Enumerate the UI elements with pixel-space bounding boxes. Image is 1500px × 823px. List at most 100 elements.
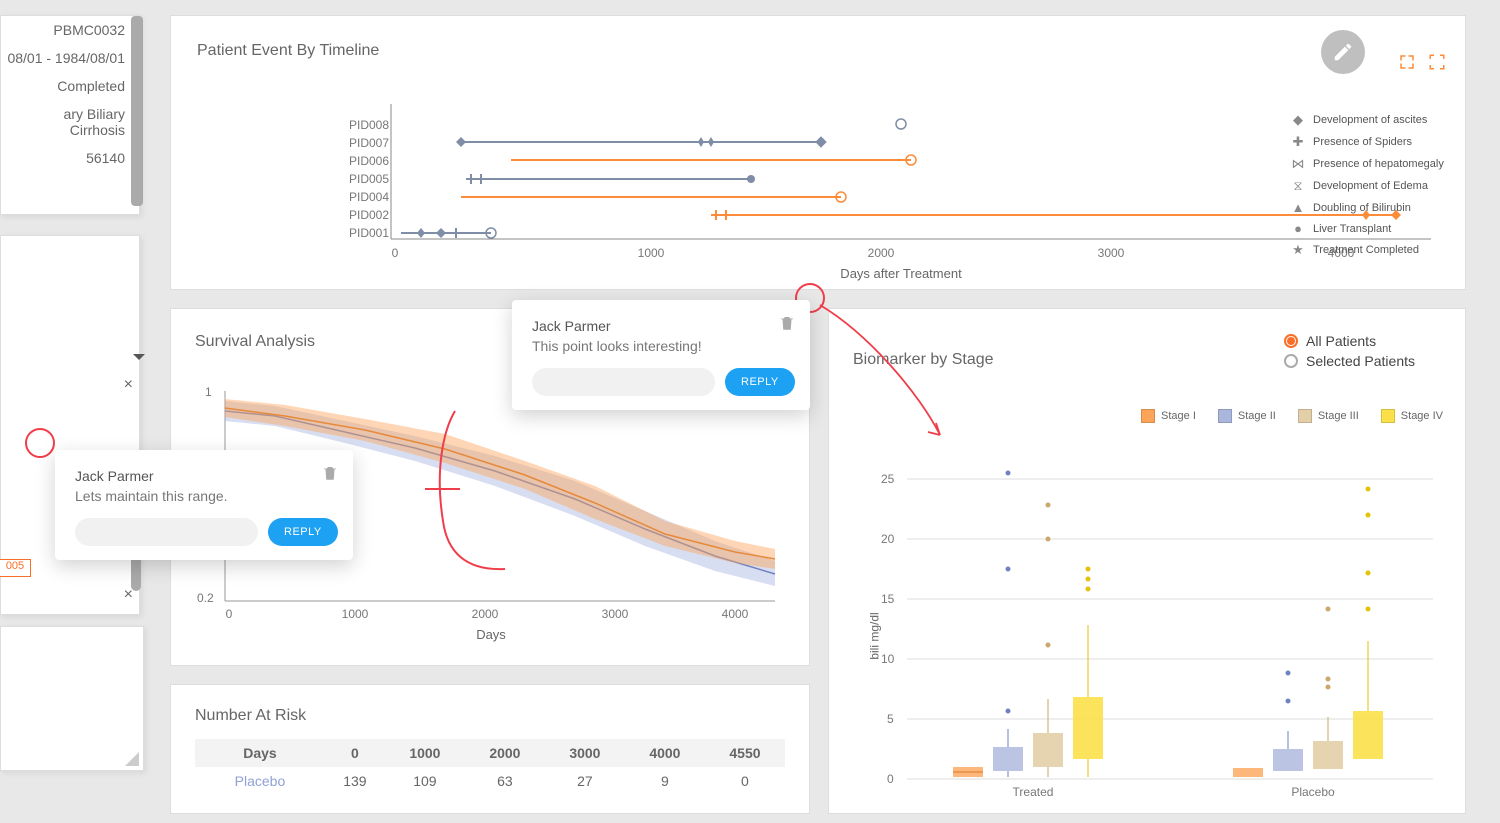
reply-button[interactable]: REPLY bbox=[725, 368, 795, 396]
col-header: 1000 bbox=[385, 739, 465, 767]
x-tick: 0 bbox=[392, 246, 399, 260]
timeline-card: Patient Event By Timeline bbox=[170, 15, 1466, 290]
blank-card bbox=[0, 626, 144, 771]
swatch-icon bbox=[1141, 409, 1155, 423]
y-tick: PID002 bbox=[349, 208, 389, 222]
col-header: Days bbox=[195, 739, 325, 767]
col-header: 3000 bbox=[545, 739, 625, 767]
radio-selected-patients[interactable]: Selected Patients bbox=[1284, 353, 1415, 369]
legend-item: Doubling of Bilirubin bbox=[1313, 202, 1411, 214]
legend-item: Stage IV bbox=[1401, 410, 1443, 422]
radio-label: Selected Patients bbox=[1306, 353, 1415, 369]
close-icon[interactable]: × bbox=[124, 376, 133, 394]
dropdown-caret-icon[interactable] bbox=[133, 354, 145, 366]
legend-item: Development of Edema bbox=[1313, 180, 1428, 192]
study-id: PBMC0032 bbox=[1, 16, 131, 44]
y-tick: 25 bbox=[881, 472, 894, 486]
x-axis-title: Days after Treatment bbox=[840, 266, 961, 281]
expand-icon[interactable] bbox=[1397, 52, 1417, 72]
biomarker-plot[interactable]: 0 5 10 15 20 25 bili mg/dl Treated Place… bbox=[873, 429, 1449, 799]
plus-icon: ✚ bbox=[1291, 134, 1305, 150]
resize-handle-icon[interactable] bbox=[123, 750, 139, 766]
legend-item: Presence of Spiders bbox=[1313, 136, 1412, 148]
cell: 9 bbox=[625, 767, 705, 795]
comment-popup: Jack Parmer This point looks interesting… bbox=[512, 300, 810, 410]
x-tick: 2000 bbox=[868, 246, 895, 260]
legend-item: Stage II bbox=[1238, 410, 1276, 422]
trash-icon[interactable] bbox=[321, 464, 339, 485]
timeline-plot[interactable]: PID001 PID002 PID004 PID005 PID006 PID00… bbox=[351, 104, 1451, 249]
patient-filter-radios: All Patients Selected Patients bbox=[1284, 333, 1415, 373]
swatch-icon bbox=[1298, 409, 1312, 423]
legend-item: Treatment Completed bbox=[1313, 244, 1419, 256]
table-header-row: Days 0 1000 2000 3000 4000 4550 bbox=[195, 739, 785, 767]
fullscreen-icon[interactable] bbox=[1427, 52, 1447, 72]
y-tick: PID005 bbox=[349, 172, 389, 186]
circle-icon: ● bbox=[1291, 221, 1305, 236]
hourglass-icon: ⧖ bbox=[1291, 178, 1305, 194]
x-tick: Placebo bbox=[1291, 785, 1334, 799]
pencil-icon bbox=[1332, 41, 1354, 63]
table-row: Placebo 139 109 63 27 9 0 bbox=[195, 767, 785, 795]
cell: 0 bbox=[705, 767, 785, 795]
study-info-card: PBMC0032 08/01 - 1984/08/01 Completed ar… bbox=[0, 15, 140, 215]
legend-item: Presence of hepatomegaly bbox=[1313, 158, 1444, 170]
study-date-range: 08/01 - 1984/08/01 bbox=[1, 44, 131, 72]
comment-author: Jack Parmer bbox=[75, 468, 333, 484]
star-icon: ★ bbox=[1291, 242, 1305, 258]
cell: 139 bbox=[325, 767, 385, 795]
reply-input[interactable] bbox=[532, 368, 715, 396]
col-header: 4000 bbox=[625, 739, 705, 767]
y-tick: PID006 bbox=[349, 154, 389, 168]
risk-title: Number At Risk bbox=[195, 707, 785, 725]
y-tick: PID001 bbox=[349, 226, 389, 240]
x-tick: 3000 bbox=[1098, 246, 1125, 260]
y-tick: 0 bbox=[887, 772, 894, 786]
x-tick: Treated bbox=[1013, 785, 1054, 799]
diamond-icon: ◆ bbox=[1291, 112, 1305, 128]
cell: 63 bbox=[465, 767, 545, 795]
x-tick: 2000 bbox=[472, 607, 499, 621]
col-header: 4550 bbox=[705, 739, 785, 767]
col-header: 2000 bbox=[465, 739, 545, 767]
timeline-legend: ◆ Development of ascites ✚ Presence of Spi… bbox=[1291, 112, 1451, 264]
y-tick: PID007 bbox=[349, 136, 389, 150]
x-axis-title: Days bbox=[476, 627, 506, 642]
y-tick: 10 bbox=[881, 652, 894, 666]
reply-input[interactable] bbox=[75, 518, 258, 546]
comment-popup: Jack Parmer Lets maintain this range. RE… bbox=[55, 450, 353, 560]
patient-tag[interactable]: 005 bbox=[0, 559, 31, 577]
swatch-icon bbox=[1218, 409, 1232, 423]
study-code: 56140 bbox=[1, 144, 131, 172]
biomarker-legend: Stage I Stage II Stage III Stage IV bbox=[1141, 409, 1443, 423]
y-tick: 15 bbox=[881, 592, 894, 606]
legend-item: Development of ascites bbox=[1313, 114, 1427, 126]
row-label: Placebo bbox=[195, 767, 325, 795]
legend-item: Stage III bbox=[1318, 410, 1359, 422]
comment-body: This point looks interesting! bbox=[532, 338, 790, 354]
timeline-title: Patient Event By Timeline bbox=[197, 42, 1439, 60]
y-tick: 5 bbox=[887, 712, 894, 726]
biomarker-card: Biomarker by Stage All Patients Selected… bbox=[828, 308, 1466, 814]
annotation-marker-icon[interactable] bbox=[25, 428, 55, 458]
bowtie-icon: ⋈ bbox=[1291, 156, 1305, 172]
radio-all-patients[interactable]: All Patients bbox=[1284, 333, 1415, 349]
col-header: 0 bbox=[325, 739, 385, 767]
y-tick: 0.2 bbox=[197, 591, 214, 605]
swatch-icon bbox=[1381, 409, 1395, 423]
y-tick: PID004 bbox=[349, 190, 389, 204]
y-axis-title: bili mg/dl bbox=[868, 612, 882, 659]
y-tick: 20 bbox=[881, 532, 894, 546]
scrollbar[interactable] bbox=[131, 16, 143, 206]
cell: 27 bbox=[545, 767, 625, 795]
reply-button[interactable]: REPLY bbox=[268, 518, 338, 546]
x-tick: 3000 bbox=[602, 607, 629, 621]
x-tick: 4000 bbox=[722, 607, 749, 621]
study-status: Completed bbox=[1, 72, 131, 100]
trash-icon[interactable] bbox=[778, 314, 796, 335]
comment-author: Jack Parmer bbox=[532, 318, 790, 334]
triangle-icon: ▲ bbox=[1291, 200, 1305, 215]
edit-button[interactable] bbox=[1321, 30, 1365, 74]
radio-label: All Patients bbox=[1306, 333, 1376, 349]
legend-item: Liver Transplant bbox=[1313, 223, 1391, 235]
